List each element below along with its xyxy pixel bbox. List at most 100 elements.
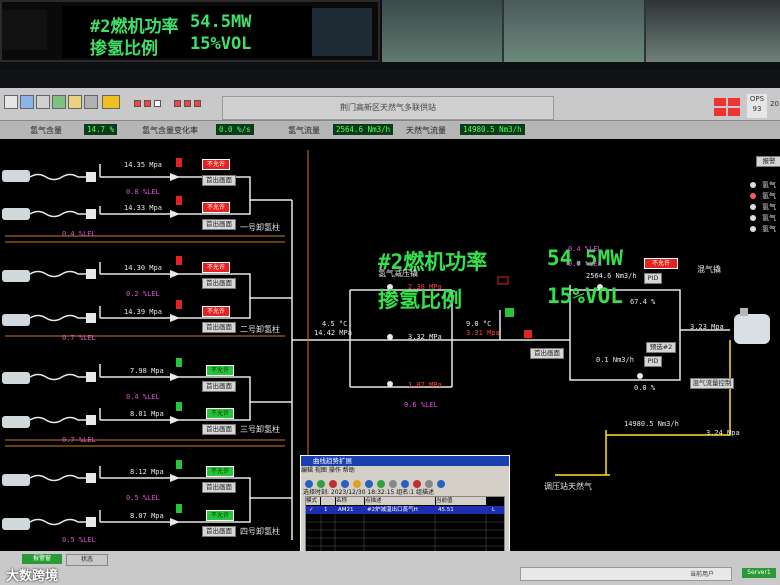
station4-pressure1: 8.12 Mpa — [130, 468, 164, 476]
h2-change-value: 0.0 %/s — [216, 124, 254, 135]
station1-pressure2: 14.33 Mpa — [124, 204, 162, 212]
trend-row-check[interactable]: ✓ — [309, 506, 314, 514]
camera-feed-1 — [382, 0, 502, 62]
mixing-preset-button[interactable]: 预选#2 — [646, 342, 676, 353]
station3-state1[interactable]: 不允许 — [206, 365, 234, 376]
alarm-light-1 — [714, 98, 726, 106]
table-row[interactable]: ✓ 1 AM21 #2炉减温出口蒸气H 45.51 L — [306, 506, 504, 514]
trend-window-menu[interactable]: 编辑 视图 操作 帮助 — [301, 466, 509, 475]
station4-state2[interactable]: 不允许 — [206, 510, 234, 521]
station1-first-out-1[interactable]: 首出画面 — [202, 175, 236, 186]
station4-label: 四号卸氢柱 — [240, 527, 280, 536]
page-title: 荆门高新区天然气多联供站 — [222, 96, 554, 120]
top-ratio-value: 15%VOL — [190, 34, 252, 54]
station1-state2[interactable]: 不允许 — [202, 202, 230, 213]
legend-item-4: 氢气 — [762, 214, 776, 222]
toolbar-btn-1[interactable] — [4, 95, 18, 109]
station3-first-out-1[interactable]: 首出画面 — [202, 381, 236, 392]
mixing-pid-button[interactable]: PID — [644, 273, 662, 284]
main-ratio-value: 15%VOL — [547, 284, 623, 308]
station2-first-out-2[interactable]: 首出画面 — [202, 322, 236, 333]
alarm-indicator-4 — [174, 100, 181, 107]
station4-pressure2: 8.07 Mpa — [130, 512, 164, 520]
station1-first-out-2[interactable]: 首出画面 — [202, 219, 236, 230]
station2-state1[interactable]: 不允许 — [202, 262, 230, 273]
station4-lel1: 0.5 %LEL — [126, 494, 160, 502]
station2-label: 二号卸氢柱 — [240, 325, 280, 334]
alarm-indicator-1 — [134, 100, 141, 107]
toolbar-btn-3[interactable] — [36, 95, 50, 109]
top-mini-diagram — [2, 10, 47, 50]
h2-flow-label: 氢气流量 — [288, 126, 320, 135]
trend-window-title[interactable]: 曲线趋势扩展 — [301, 456, 509, 466]
skid-first-out-button[interactable]: 首出画面 — [530, 348, 564, 359]
station3-first-out-2[interactable]: 首出画面 — [202, 424, 236, 435]
toolbar-btn-5[interactable] — [68, 95, 82, 109]
gas-station-flow: 14980.5 Nm3/h — [624, 420, 679, 428]
legend-dot-4 — [750, 215, 756, 221]
station2-state2[interactable]: 不允许 — [202, 306, 230, 317]
alarm-light-4 — [728, 108, 740, 116]
toolbar: 荆门高新区天然气多联供站 OPS 93 20 — [0, 88, 780, 121]
station2-pressure2: 14.39 Mpa — [124, 308, 162, 316]
trend-row-desc: #2炉减温出口蒸气H — [367, 507, 418, 513]
station4-first-out-2[interactable]: 首出画面 — [202, 526, 236, 537]
gas-station-pressure: 3.24 Mpa — [706, 429, 740, 437]
trend-col-value: 当前值 — [436, 497, 486, 505]
station2-lel2: 0.7 %LEL — [62, 334, 96, 342]
alarm-indicator-2 — [144, 100, 151, 107]
skid-lel: 0.6 %LEL — [404, 401, 438, 409]
alarm-light-2 — [728, 98, 740, 106]
legend-item-5: 氢气 — [762, 225, 776, 233]
alarm-indicator-5 — [184, 100, 191, 107]
legend-dot-1 — [750, 182, 756, 188]
h2-content-label: 氢气含量 — [30, 126, 62, 135]
alarm-window-button[interactable]: 报警窗 — [22, 554, 62, 564]
station1-label: 一号卸氢柱 — [240, 223, 280, 232]
legend-dot-2 — [750, 193, 756, 199]
mixing-h2-flow: 2564.6 Nm3/h — [586, 272, 637, 280]
legend-button[interactable]: 报警 — [756, 156, 780, 167]
station3-state2[interactable]: 不允许 — [206, 408, 234, 419]
camera-feeds — [382, 0, 780, 62]
station4-first-out-1[interactable]: 首出画面 — [202, 482, 236, 493]
station4-state1[interactable]: 不允许 — [206, 466, 234, 477]
top-ratio-label: 掺氢比例 — [90, 39, 158, 59]
toolbar-btn-6[interactable] — [84, 95, 98, 109]
ops-label: OPS — [749, 95, 765, 103]
mixing-flow2: 0.1 Nm3/h — [596, 356, 634, 364]
alarm-indicator-3 — [154, 100, 161, 107]
legend-item-1: 氢气 — [762, 181, 776, 189]
toolbar-btn-2[interactable] — [20, 95, 34, 109]
gas-station-label: 调压站天然气 — [544, 482, 592, 491]
trend-col-mode: 模式 — [306, 497, 320, 505]
trend-row-no: 1 — [324, 507, 328, 513]
trend-info-line: 选择时刻: 2023/12/30 18:32:15 组名:1 组描述 — [303, 489, 435, 496]
station1-state1[interactable]: 不允许 — [202, 159, 230, 170]
skid-out-pressure: 3.31 Mpa — [466, 329, 500, 337]
mixing-flow-control-button[interactable]: 混气流量控制 — [690, 378, 734, 389]
station4-lel2: 0.5 %LEL — [62, 536, 96, 544]
station1-pressure1: 14.35 Mpa — [124, 161, 162, 169]
top-power-display: #2燃机功率 54.5MW 掺氢比例 15%VOL — [62, 6, 312, 59]
mixing-status-button[interactable]: 不允许 — [644, 258, 678, 269]
mixing-pid-button-2[interactable]: PID — [644, 356, 662, 367]
h2-flow-value: 2564.6 Nm3/h — [333, 124, 394, 135]
camera-feed-2 — [504, 0, 644, 62]
top-status-panel: #2燃机功率 54.5MW 掺氢比例 15%VOL — [0, 0, 380, 62]
folder-icon[interactable] — [102, 95, 120, 109]
status-bar: 报警窗 状态 当前用户 Server1 — [0, 551, 780, 585]
station2-pressure1: 14.30 Mpa — [124, 264, 162, 272]
alarm-light-3 — [714, 108, 726, 116]
station3-lel1: 0.4 %LEL — [126, 393, 160, 401]
server-status: Server1 — [742, 568, 776, 578]
skid-pressure-bot: 1.07 MPa — [408, 381, 442, 389]
ng-flow-value: 14980.5 Nm3/h — [460, 124, 525, 135]
status-button[interactable]: 状态 — [66, 554, 108, 566]
station1-lel2: 0.4 %LEL — [62, 230, 96, 238]
station3-lel2: 0.7 %LEL — [62, 436, 96, 444]
legend-dot-3 — [750, 204, 756, 210]
mixing-valve-pct: 67.4 % — [630, 298, 656, 306]
station2-first-out-1[interactable]: 首出画面 — [202, 278, 236, 289]
toolbar-btn-4[interactable] — [52, 95, 66, 109]
